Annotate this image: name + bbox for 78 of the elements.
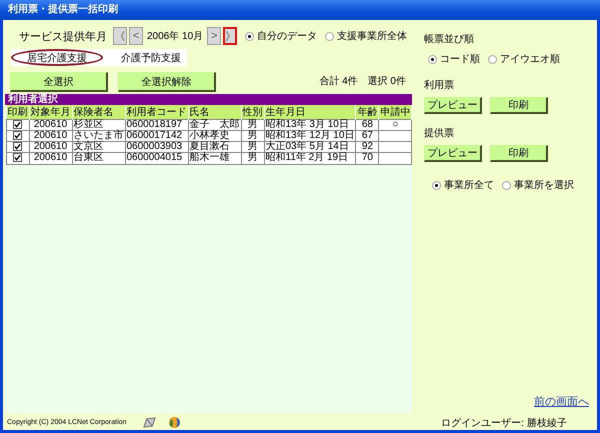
radio-label: 支援事業所全体 <box>337 30 408 43</box>
count-text: 選択 0件 <box>368 75 406 88</box>
previous-button[interactable]: 《 <box>113 27 127 45</box>
table-cell: 70 <box>362 152 373 164</box>
radio-button[interactable] <box>428 54 437 64</box>
table-cell: 昭和11年 2月 19日 <box>266 152 348 164</box>
column-header: 氏名 <box>188 105 241 120</box>
sort-order-title: 帳票並び順 <box>424 33 475 46</box>
previous-button[interactable]: < <box>129 27 143 45</box>
column-header: 性別 <box>241 105 264 120</box>
table-cell: 0600018197 <box>126 119 182 130</box>
checkbox[interactable] <box>13 131 22 140</box>
section-title: 利用票 <box>424 78 455 92</box>
table-cell: 200610 <box>34 141 68 152</box>
table-cell: 男 <box>248 130 258 142</box>
table-cell: 男 <box>248 119 258 130</box>
column-header: 印刷 <box>6 105 29 120</box>
preview-button[interactable]: プレビュー <box>424 145 482 162</box>
table-cell: 小林孝史 <box>190 130 230 142</box>
next-button[interactable]: 》 <box>223 27 238 45</box>
print-button[interactable]: 印刷 <box>490 97 548 114</box>
service-tab[interactable]: 介護予防支援 <box>105 49 197 66</box>
table-cell: 68 <box>362 119 373 130</box>
table-cell: 0600017142 <box>126 130 182 142</box>
table-cell: 男 <box>248 152 258 164</box>
radio-label: コード順 <box>440 53 480 66</box>
radio-button[interactable] <box>502 180 511 190</box>
checkbox[interactable] <box>13 153 22 162</box>
table-cell: 文京区 <box>74 141 104 152</box>
table-cell: 昭和13年 3月 10日 <box>266 119 349 130</box>
service-tab[interactable]: 居宅介護支援 <box>11 49 103 66</box>
table-cell: 船木一雄 <box>190 152 230 164</box>
table-cell: さいたま市 <box>74 130 124 142</box>
table-cell: 大正03年 5月 14日 <box>266 141 349 152</box>
table-cell: 男 <box>248 141 258 152</box>
back-link[interactable]: 前の画面へ <box>534 394 589 409</box>
globe-icon[interactable] <box>167 416 182 429</box>
login-user: 勝枝綾子 <box>527 416 567 430</box>
table-cell: 200610 <box>34 130 68 142</box>
window-title: 利用票・提供票一括印刷 <box>0 0 600 20</box>
checkbox[interactable] <box>13 142 22 152</box>
table-cell: 200610 <box>34 152 68 164</box>
column-header: 利用者コード <box>125 105 188 120</box>
next-button[interactable]: > <box>207 27 222 45</box>
column-header: 対象年月 <box>29 105 72 120</box>
column-header: 保険者名 <box>72 105 125 120</box>
column-header: 生年月日 <box>264 105 356 120</box>
print-button[interactable]: 印刷 <box>490 145 548 162</box>
table-cell: ○ <box>392 119 398 130</box>
radio-label: 自分のデータ <box>257 30 318 43</box>
login-label: ログインユーザー: <box>441 416 525 430</box>
table-cell: 200610 <box>34 119 68 130</box>
table-cell: 67 <box>362 130 373 142</box>
table-cell: 杉並区 <box>74 119 104 130</box>
table-cell: 92 <box>362 141 373 152</box>
select-all-button[interactable]: 全選択 <box>10 72 108 92</box>
table-cell: 金子 太郎 <box>190 119 240 130</box>
radio-button[interactable] <box>325 32 334 40</box>
table-cell: 夏目漱石 <box>190 141 230 152</box>
radio-label: 事業所全て <box>444 178 494 192</box>
radio-label: アイウエオ順 <box>500 53 560 66</box>
preview-button[interactable]: プレビュー <box>424 97 482 114</box>
radio-label: 事業所を選択 <box>514 178 574 192</box>
count-text: 合計 4件 <box>319 74 358 88</box>
column-header: 申請中 <box>378 105 412 120</box>
radio-button[interactable] <box>488 54 497 64</box>
checkbox[interactable] <box>13 120 22 129</box>
deselect-all-button[interactable]: 全選択解除 <box>118 72 216 92</box>
list-title: 利用者選択 <box>5 94 412 105</box>
period-value: 2006年 10月 <box>147 30 204 43</box>
period-label: サービス提供年月 <box>19 30 107 44</box>
radio-button[interactable] <box>432 180 441 190</box>
table-cell: 0600004015 <box>126 152 182 164</box>
section-title: 提供票 <box>424 127 455 140</box>
table-cell: 昭和13年 12月 10日 <box>266 130 354 142</box>
table-cell: 台東区 <box>74 152 104 164</box>
table-cell: 0600003903 <box>126 141 182 152</box>
radio-button[interactable] <box>245 32 254 40</box>
